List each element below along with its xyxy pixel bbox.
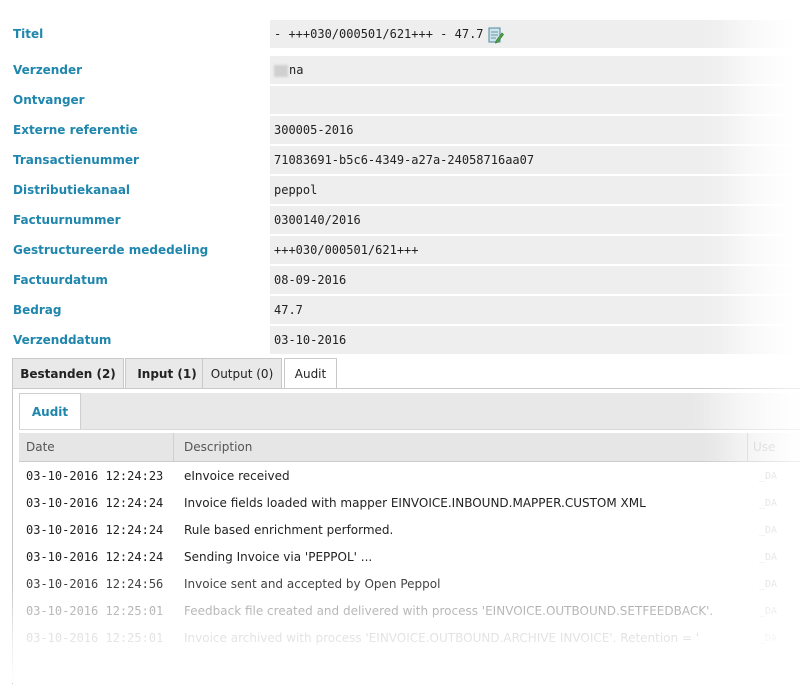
cell-date: 03-10-2016 12:24:24 xyxy=(26,523,164,537)
table-row[interactable]: 03-10-2016 12:25:01 Invoice archived with… xyxy=(19,625,800,652)
table-row[interactable]: 03-10-2016 12:24:24 Sending Invoice via '… xyxy=(19,544,800,571)
cell-user: _DA xyxy=(759,633,778,644)
property-row: Bedrag 47.7 xyxy=(0,295,800,325)
property-value[interactable]: na xyxy=(270,56,800,84)
audit-panel: Audit Date Description Use 03-10-2016 12… xyxy=(12,388,800,684)
property-value[interactable]: peppol xyxy=(270,176,800,204)
property-label: Verzender xyxy=(13,63,82,77)
property-row: Ontvanger xyxy=(0,85,800,115)
property-row: Verzender na xyxy=(0,55,800,85)
property-label: Factuurdatum xyxy=(13,273,108,287)
property-label: Bedrag xyxy=(13,303,62,317)
property-value[interactable]: 0300140/2016 xyxy=(270,206,800,234)
property-label: Ontvanger xyxy=(13,93,85,107)
cell-date: 03-10-2016 12:25:01 xyxy=(26,604,164,618)
property-value-text: - +++030/000501/621+++ - 47.7 xyxy=(274,27,484,41)
grid-header: Date Description Use xyxy=(19,433,800,462)
property-value-text: 0300140/2016 xyxy=(274,213,361,227)
property-value-text: 300005-2016 xyxy=(274,123,354,137)
property-row: Externe referentie 300005-2016 xyxy=(0,115,800,145)
cell-user: _DA xyxy=(759,498,778,509)
table-row[interactable]: 03-10-2016 12:24:23 eInvoice received _DA xyxy=(19,463,800,490)
tab-audit[interactable]: Audit xyxy=(284,358,337,389)
tab-input[interactable]: Input (1) xyxy=(125,358,209,388)
tab-output[interactable]: Output (0) xyxy=(202,358,282,388)
property-label: Titel xyxy=(13,27,44,41)
property-label: Verzenddatum xyxy=(13,333,112,347)
column-separator[interactable] xyxy=(173,433,174,461)
property-row: Titel - +++030/000501/621+++ - 47.7 xyxy=(0,19,800,49)
cell-description: Sending Invoice via 'PEPPOL' ... xyxy=(184,550,373,564)
cell-description: eInvoice received xyxy=(184,469,290,483)
cell-user: _DA xyxy=(759,525,778,536)
property-value-text: 71083691-b5c6-4349-a27a-24058716aa07 xyxy=(274,153,535,167)
table-row[interactable]: 03-10-2016 12:24:24 Invoice fields loaded… xyxy=(19,490,800,517)
property-value[interactable]: 300005-2016 xyxy=(270,116,800,144)
property-value[interactable]: 03-10-2016 xyxy=(270,326,800,354)
redacted-block xyxy=(274,64,288,77)
cell-description: Rule based enrichment performed. xyxy=(184,523,394,537)
column-header-date[interactable]: Date xyxy=(26,433,55,461)
cell-date: 03-10-2016 12:24:23 xyxy=(26,469,164,483)
property-value[interactable] xyxy=(270,86,800,114)
cell-description: Invoice archived with process 'EINVOICE.… xyxy=(184,631,700,645)
property-label: Distributiekanaal xyxy=(13,183,131,197)
table-row[interactable]: 03-10-2016 12:25:01 Feedback file created… xyxy=(19,598,800,625)
document-edit-icon[interactable] xyxy=(488,26,504,44)
subtab-audit[interactable]: Audit xyxy=(19,393,81,429)
cell-user: _DA xyxy=(759,606,778,617)
property-row: Distributiekanaal peppol xyxy=(0,175,800,205)
property-value-text: peppol xyxy=(274,183,318,197)
cell-description: Feedback file created and delivered with… xyxy=(184,604,714,618)
cell-user: _DA xyxy=(759,471,778,482)
tab-bestanden[interactable]: Bestanden (2) xyxy=(12,358,124,388)
column-header-user[interactable]: Use xyxy=(753,433,775,461)
property-label: Gestructureerde mededeling xyxy=(13,243,209,257)
property-value[interactable]: +++030/000501/621+++ xyxy=(270,236,800,264)
subtab-bar: Audit xyxy=(19,393,800,430)
property-value[interactable]: - +++030/000501/621+++ - 47.7 xyxy=(270,20,800,48)
property-value-text: +++030/000501/621+++ xyxy=(274,243,419,257)
property-value[interactable]: 47.7 xyxy=(270,296,800,324)
cell-user: _DA xyxy=(759,579,778,590)
property-value[interactable]: 08-09-2016 xyxy=(270,266,800,294)
property-label: Transactienummer xyxy=(13,153,139,167)
property-label: Factuurnummer xyxy=(13,213,121,227)
cell-date: 03-10-2016 12:25:01 xyxy=(26,631,164,645)
property-label: Externe referentie xyxy=(13,123,138,137)
cell-date: 03-10-2016 12:24:24 xyxy=(26,550,164,564)
column-header-description[interactable]: Description xyxy=(184,433,252,461)
column-separator[interactable] xyxy=(747,433,748,461)
property-row: Transactienummer 71083691-b5c6-4349-a27a-… xyxy=(0,145,800,175)
cell-date: 03-10-2016 12:24:56 xyxy=(26,577,164,591)
property-row: Verzenddatum 03-10-2016 xyxy=(0,325,800,355)
property-row: Factuurnummer 0300140/2016 xyxy=(0,205,800,235)
table-row[interactable]: 03-10-2016 12:24:56 Invoice sent and acce… xyxy=(19,571,800,598)
property-value-text: 08-09-2016 xyxy=(274,273,347,287)
property-value-text: na xyxy=(289,63,304,77)
property-row: Factuurdatum 08-09-2016 xyxy=(0,265,800,295)
cell-description: Invoice fields loaded with mapper EINVOI… xyxy=(184,496,646,510)
cell-date: 03-10-2016 12:24:24 xyxy=(26,496,164,510)
property-value-text: 47.7 xyxy=(274,303,303,317)
property-value[interactable]: 71083691-b5c6-4349-a27a-24058716aa07 xyxy=(270,146,800,174)
cell-user: _DA xyxy=(759,552,778,563)
cell-description: Invoice sent and accepted by Open Peppol xyxy=(184,577,441,591)
property-row: Gestructureerde mededeling +++030/000501/… xyxy=(0,235,800,265)
property-value-text: 03-10-2016 xyxy=(274,333,347,347)
table-row[interactable]: 03-10-2016 12:24:24 Rule based enrichment… xyxy=(19,517,800,544)
